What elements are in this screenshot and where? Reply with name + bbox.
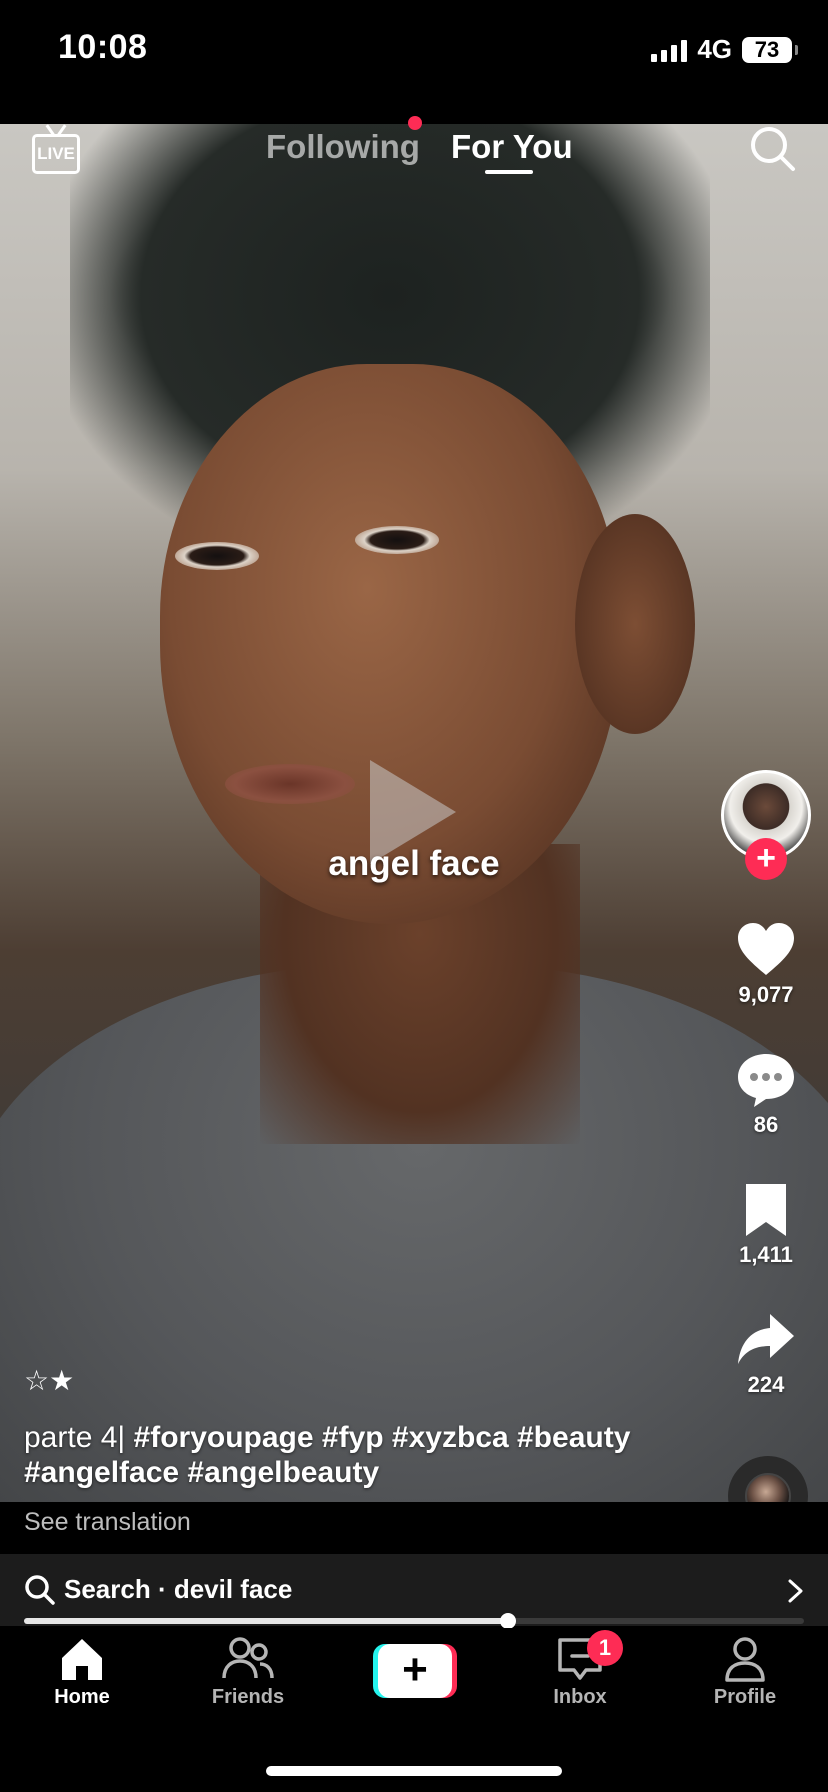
comment-icon[interactable] [736,1052,796,1108]
battery-icon: 73 [742,36,798,63]
home-icon [62,1639,102,1680]
video-progress-thumb[interactable] [499,1613,516,1629]
create-button[interactable]: + [373,1644,457,1698]
video-progress-bar[interactable] [24,1613,804,1629]
see-translation-link[interactable]: See translation [24,1508,191,1537]
bookmark-icon[interactable] [736,1182,796,1238]
tab-for-you[interactable]: For You [451,128,573,166]
search-icon[interactable] [748,124,796,172]
status-time: 10:08 [58,28,148,66]
friends-icon [222,1637,274,1679]
description-text: parte 4| [24,1421,134,1454]
video-caption-overlay: angel face [328,844,500,883]
active-tab-indicator [485,170,533,174]
tab-home-label: Home [54,1686,110,1708]
live-icon[interactable]: LIVE [32,134,80,174]
like-count: 9,077 [738,982,794,1007]
tab-friends[interactable]: Friends [188,1636,308,1709]
star-decoration: ☆★ [24,1365,75,1396]
profile-icon [725,1637,765,1682]
top-nav: LIVE Following For You [0,124,828,194]
signal-icon [651,38,688,62]
share-count: 224 [747,1372,785,1397]
status-bar: 10:08 4G 73 [0,0,828,124]
video-progress-fill [24,1618,508,1624]
plus-icon: + [378,1644,452,1698]
battery-level: 73 [754,36,780,62]
follow-button[interactable]: + [745,838,787,880]
search-icon [25,1575,55,1605]
video-frame-detail [355,526,439,554]
search-prefix: Search · [64,1574,174,1604]
bookmark-count: 1,411 [739,1242,793,1267]
post-description[interactable]: parte 4| #foryoupage #fyp #xyzbca #beaut… [24,1420,704,1490]
status-indicators: 4G 73 [651,34,798,65]
video-frame-detail [225,764,355,804]
video-frame-detail [575,514,695,734]
tab-profile[interactable]: Profile [685,1636,805,1709]
tab-friends-label: Friends [211,1686,285,1708]
network-type: 4G [697,34,732,64]
tab-home[interactable]: Home [22,1636,142,1709]
inbox-badge: 1 [587,1630,623,1666]
following-notification-dot [408,116,422,130]
search-suggestion-label[interactable]: Search · devil face [64,1574,292,1605]
video-frame-detail [175,542,259,570]
home-indicator [266,1766,562,1776]
chevron-right-icon[interactable] [786,1578,806,1604]
share-icon[interactable] [736,1312,796,1368]
tab-profile-label: Profile [713,1686,777,1708]
tab-inbox-label: Inbox [553,1686,607,1708]
comment-count: 86 [753,1112,779,1137]
tab-following[interactable]: Following [266,128,420,166]
heart-icon[interactable] [736,922,796,978]
search-query: devil face [173,1574,293,1604]
